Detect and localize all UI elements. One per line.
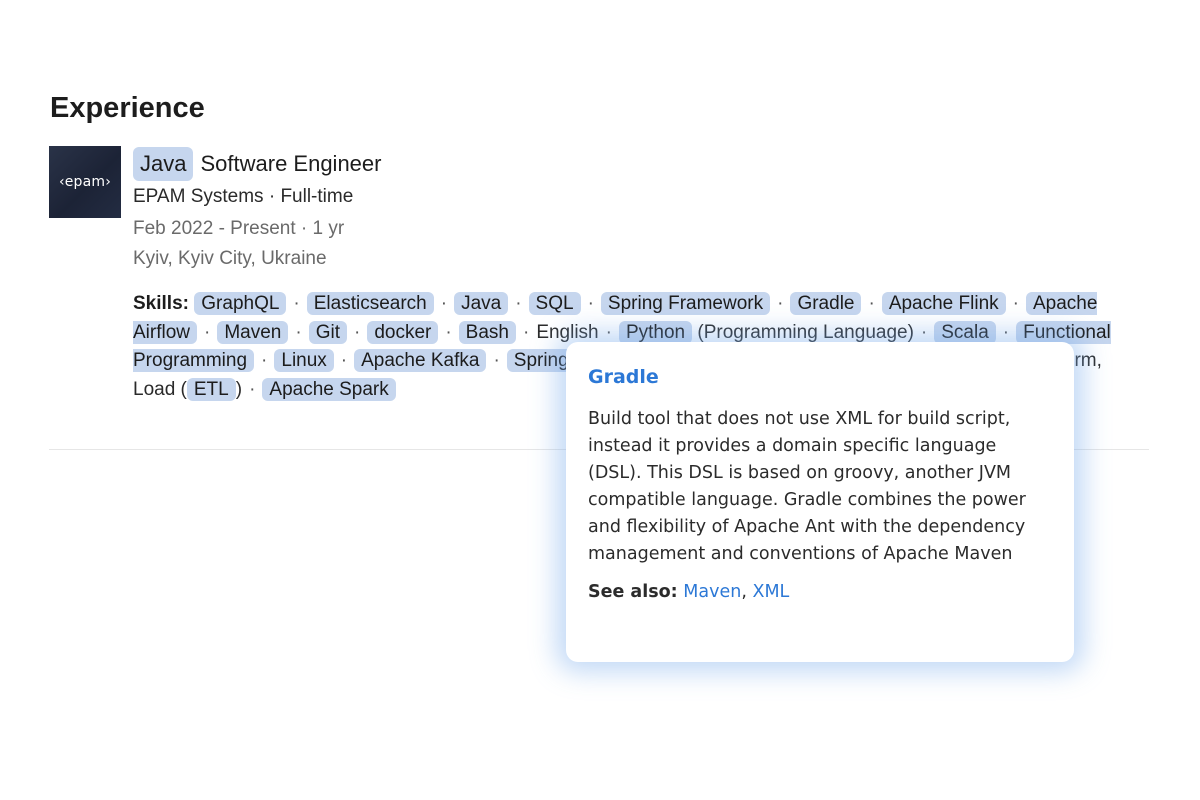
skill-tag-gradle[interactable]: Gradle <box>790 292 862 315</box>
skills-label: Skills: <box>133 293 189 314</box>
see-also-link-xml[interactable]: XML <box>752 582 789 602</box>
skill-tag-bash[interactable]: Bash <box>458 320 516 344</box>
skill-tag-scala[interactable]: Scala <box>934 320 996 344</box>
job-dates: Feb 2022 - Present · 1 yr <box>133 218 345 239</box>
skill-tag-maven[interactable]: Maven <box>217 320 289 344</box>
skill-tag-sql[interactable]: SQL <box>528 292 581 315</box>
skill-separator: · <box>353 321 361 343</box>
see-also-link-maven[interactable]: Maven <box>683 582 741 602</box>
company-name: EPAM Systems · Full-time <box>133 186 354 207</box>
skill-separator: · <box>868 293 875 314</box>
skill-tag-elasticsearch[interactable]: Elasticsearch <box>306 292 434 315</box>
job-title: Java Software Engineer <box>133 146 1033 182</box>
skill-tag-graphql[interactable]: GraphQL <box>194 292 287 315</box>
skill-tag-linux[interactable]: Linux <box>274 349 334 373</box>
skill-tag-java[interactable]: Java <box>454 292 509 315</box>
skill-separator: · <box>493 350 500 372</box>
job-location: Kyiv, Kyiv City, Ukraine <box>133 248 327 269</box>
skill-popover: Gradle Build tool that does not use XML … <box>566 342 1074 662</box>
skill-separator: · <box>440 293 448 314</box>
skill-separator: · <box>522 321 530 343</box>
skill-tag-spring-framework[interactable]: Spring Framework <box>600 292 771 315</box>
skill-separator: · <box>445 321 452 343</box>
skill-tag-apache-kafka[interactable]: Apache Kafka <box>354 349 487 373</box>
popover-see-also: See also: Maven, XML <box>588 582 1052 602</box>
skill-suffix: (Programming Language) <box>692 321 914 343</box>
skill-separator: · <box>249 378 256 400</box>
skill-tag-git[interactable]: Git <box>308 320 347 344</box>
skill-tag-apache-spark[interactable]: Apache Spark <box>262 377 396 401</box>
skill-tag-python[interactable]: Python <box>618 320 693 344</box>
skill-suffix: ) <box>235 378 243 400</box>
job-title-highlight[interactable]: Java <box>133 147 194 181</box>
skill-tag-docker[interactable]: docker <box>367 320 439 344</box>
skill-separator: · <box>295 321 302 343</box>
skill-separator: · <box>340 350 348 372</box>
skill-separator: · <box>587 293 594 314</box>
skill-separator: · <box>261 350 268 372</box>
skill-separator: · <box>293 293 300 314</box>
skill-separator: · <box>204 321 211 343</box>
see-also-label: See also: <box>588 582 678 602</box>
skill-separator: · <box>777 293 784 314</box>
logo-text: ‹epam› <box>58 174 112 190</box>
popover-description: Build tool that does not use XML for bui… <box>588 409 1026 564</box>
job-title-text: Software Engineer <box>200 151 382 176</box>
section-title: Experience <box>50 92 205 124</box>
company-logo[interactable]: ‹epam› <box>49 146 121 218</box>
skill-tag-apache-flink[interactable]: Apache Flink <box>881 292 1006 315</box>
skill-separator: · <box>1002 321 1010 343</box>
popover-title: Gradle <box>588 366 659 388</box>
skill-separator: · <box>920 321 928 343</box>
skill-text-english: English <box>536 321 599 343</box>
skill-separator: · <box>605 321 612 343</box>
see-also-comma: , <box>741 582 753 602</box>
skill-tag-etl[interactable]: ETL <box>186 377 236 401</box>
skill-separator: · <box>1012 293 1019 314</box>
job-entry: Java Software Engineer EPAM Systems · Fu… <box>133 146 1033 274</box>
skill-separator: · <box>515 293 522 314</box>
